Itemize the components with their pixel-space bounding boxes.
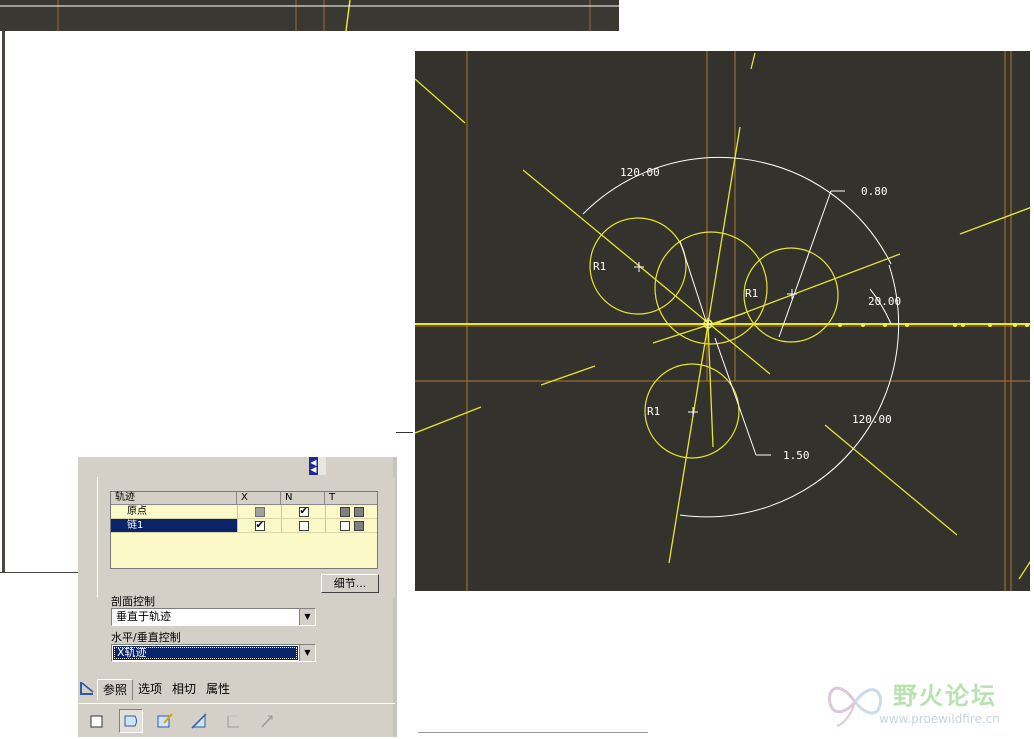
hv-control-label: 水平/垂直控制 bbox=[111, 631, 181, 644]
graphics-window-top-strip bbox=[0, 0, 619, 31]
splitter-gap bbox=[318, 457, 326, 475]
tab-tangency[interactable]: 相切 bbox=[167, 679, 201, 699]
section-icon bbox=[191, 712, 207, 729]
x-checkbox[interactable]: ✔ bbox=[254, 520, 265, 531]
surface-button[interactable] bbox=[119, 708, 143, 733]
row-name: 原点 bbox=[127, 506, 147, 517]
radius-label: R1 bbox=[745, 287, 758, 300]
tab-references[interactable]: 参照 bbox=[97, 678, 134, 700]
table-header: 轨迹 X N T bbox=[111, 492, 377, 505]
dim-offset[interactable]: 1.50 bbox=[783, 449, 810, 462]
section-control-value: 垂直于轨迹 bbox=[116, 610, 171, 623]
divider bbox=[0, 572, 80, 573]
thin-icon bbox=[227, 715, 239, 727]
col-header-x[interactable]: X bbox=[237, 492, 281, 504]
dim-angle-2[interactable]: 20.00 bbox=[868, 295, 901, 308]
surface-icon bbox=[124, 715, 137, 726]
dashboard-tabs: 参照 选项 相切 属性 bbox=[79, 678, 395, 700]
table-row[interactable]: 链1 ✔ bbox=[111, 519, 377, 533]
solid-icon bbox=[90, 715, 103, 727]
radius-label: R1 bbox=[647, 405, 660, 418]
thin-button[interactable] bbox=[221, 709, 245, 733]
sketch-viewport[interactable]: 120.00 0.80 20.00 120.00 1.50 R1 R1 R1 bbox=[413, 51, 1030, 591]
arrow-button[interactable] bbox=[255, 709, 279, 733]
section-control-label: 剖面控制 bbox=[111, 595, 155, 608]
n-checkbox[interactable]: ✔ bbox=[298, 506, 309, 517]
tab-options[interactable]: 选项 bbox=[133, 679, 167, 699]
x-checkbox bbox=[254, 506, 265, 517]
section-control-select[interactable]: 垂直于轨迹 ▼ bbox=[111, 608, 316, 626]
divider bbox=[418, 732, 648, 733]
divider bbox=[396, 432, 413, 433]
col-header-n[interactable]: N bbox=[281, 492, 325, 504]
row-name: 链1 bbox=[111, 519, 237, 532]
tab-properties[interactable]: 属性 bbox=[201, 679, 235, 699]
watermark-url: www.proewildfire.cn bbox=[879, 712, 1000, 726]
col-header-t[interactable]: T bbox=[325, 492, 377, 504]
dim-width[interactable]: 0.80 bbox=[861, 185, 888, 198]
sketch-icon bbox=[157, 712, 173, 727]
t-checkbox[interactable] bbox=[339, 506, 350, 517]
t-checkbox[interactable] bbox=[353, 520, 364, 531]
col-header-trajectory[interactable]: 轨迹 bbox=[111, 492, 237, 504]
sketch-button[interactable] bbox=[153, 709, 177, 733]
watermark-title: 野火论坛 bbox=[893, 682, 997, 710]
hv-control-value: X轨迹 bbox=[113, 646, 298, 660]
radius-label: R1 bbox=[593, 260, 606, 273]
chevron-down-icon[interactable]: ▼ bbox=[299, 609, 315, 625]
solid-button[interactable] bbox=[85, 709, 109, 733]
table-row[interactable]: 原点 ✔ bbox=[111, 505, 377, 519]
t-checkbox[interactable] bbox=[353, 506, 364, 517]
back-arrow-icon[interactable] bbox=[79, 680, 97, 698]
section-button[interactable] bbox=[187, 709, 211, 733]
watermark-logo bbox=[828, 686, 882, 727]
sketch-canvas: 120.00 0.80 20.00 120.00 1.50 R1 R1 R1 bbox=[415, 51, 1030, 591]
collapse-panel-button[interactable]: ◀ ◀ bbox=[309, 457, 318, 475]
sweep-toolbar bbox=[79, 703, 395, 737]
trajectory-table: 轨迹 X N T 原点 ✔ 链1 ✔ bbox=[110, 491, 378, 569]
angle-dim-arc bbox=[679, 264, 900, 518]
n-checkbox[interactable] bbox=[298, 520, 309, 531]
top-strip-datums bbox=[0, 0, 619, 31]
hv-control-select[interactable]: X轨迹 ▼ bbox=[111, 644, 316, 662]
arrow-icon bbox=[261, 714, 273, 728]
t-checkbox[interactable] bbox=[339, 520, 350, 531]
chevron-down-icon[interactable]: ▼ bbox=[299, 645, 315, 661]
chevron-left-icon: ◀ bbox=[310, 465, 317, 474]
dim-angle-3[interactable]: 120.00 bbox=[852, 413, 892, 426]
dim-angle-1[interactable]: 120.00 bbox=[620, 166, 660, 179]
details-button[interactable]: 细节... bbox=[321, 574, 379, 593]
